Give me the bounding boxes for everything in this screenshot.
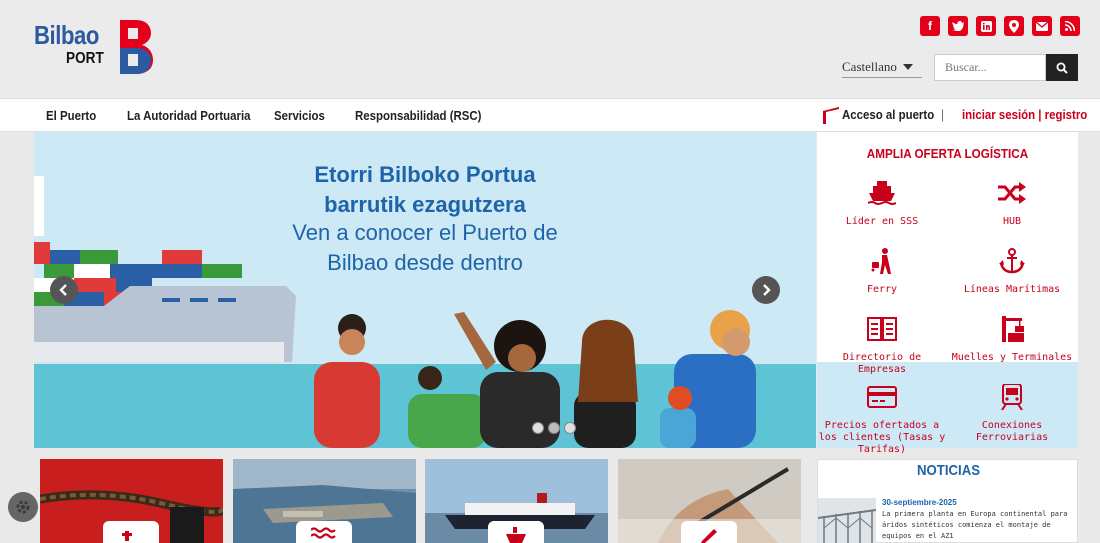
site-header: Bilbao PORT f Castellano — [0, 0, 1100, 98]
search-form — [934, 54, 1078, 81]
login-register-link[interactable]: iniciar sesión | registro — [962, 107, 1087, 122]
mail-icon[interactable] — [1032, 16, 1052, 36]
logistics-item-hub[interactable]: HUB — [947, 180, 1077, 228]
rss-icon[interactable] — [1060, 16, 1080, 36]
feature-card-3[interactable] — [425, 459, 608, 543]
credit-card-icon — [867, 384, 897, 410]
logo-name: Bilbao — [34, 20, 99, 50]
news-headline[interactable]: La primera planta en Europa continental … — [882, 509, 1076, 542]
shuffle-icon — [997, 180, 1027, 206]
logistics-item-ferroviarias[interactable]: Conexiones Ferroviarias — [947, 384, 1077, 444]
bilbao-port-logo[interactable]: Bilbao PORT — [34, 18, 164, 78]
chevron-left-icon — [59, 284, 67, 296]
carousel-indicators — [532, 422, 576, 434]
search-button[interactable] — [1046, 54, 1078, 81]
anchor-icon — [997, 248, 1027, 274]
hero-title-line-2: barrutik ezagutzera — [324, 192, 526, 217]
logistics-item-ferry[interactable]: Ferry — [817, 248, 947, 296]
logo-sub: PORT — [66, 50, 104, 67]
hero-title-line-1: Etorri Bilboko Portua — [314, 162, 536, 187]
logistics-title: AMPLIA OFERTA LOGÍSTICA — [866, 146, 1029, 161]
carousel-dot-2[interactable] — [548, 422, 560, 434]
ship-icon — [867, 180, 897, 206]
hero-title-line-4: Bilbao desde dentro — [327, 250, 523, 275]
feature-card-1[interactable] — [40, 459, 223, 543]
book-icon — [867, 316, 897, 342]
logistics-item-sss[interactable]: Líder en SSS — [817, 180, 947, 228]
social-links: f — [920, 16, 1080, 36]
carousel-next-button[interactable] — [752, 276, 780, 304]
nav-responsabilidad[interactable]: Responsabilidad (RSC) — [355, 108, 482, 123]
carousel-dot-1[interactable] — [532, 422, 544, 434]
flag-icon — [823, 107, 839, 124]
logistics-item-muelles[interactable]: Muelles y Terminales — [947, 316, 1077, 364]
hero-title-line-3: Ven a conocer el Puerto de — [292, 220, 558, 245]
nav-autoridad-portuaria[interactable]: La Autoridad Portuaria — [127, 108, 251, 123]
pen-icon — [701, 529, 717, 543]
access-port-link[interactable]: Acceso al puerto — [842, 107, 934, 122]
language-selected: Castellano — [842, 58, 897, 74]
waves-icon — [311, 527, 336, 539]
language-select[interactable]: Castellano — [842, 56, 922, 78]
card-badge-1 — [103, 521, 159, 543]
cookie-settings-button[interactable] — [8, 492, 38, 522]
search-input[interactable] — [934, 54, 1046, 81]
logistics-panel: AMPLIA OFERTA LOGÍSTICA Líder en SSS HUB… — [817, 132, 1078, 455]
search-icon — [1056, 62, 1068, 74]
news-date: 30-septiembre-2025 — [882, 498, 957, 507]
hero-carousel: Etorri Bilboko Portua barrutik ezagutzer… — [34, 132, 816, 448]
feature-card-4[interactable] — [618, 459, 801, 543]
train-icon — [997, 384, 1027, 410]
card-badge-3 — [488, 521, 544, 543]
card-badge-2 — [296, 521, 352, 543]
card-badge-4 — [681, 521, 737, 543]
chevron-right-icon — [763, 284, 771, 296]
news-thumbnail[interactable] — [818, 498, 876, 543]
carousel-dot-3[interactable] — [564, 422, 576, 434]
news-panel: NOTICIAS 30-septiembre-2025 La primera p… — [817, 459, 1078, 543]
main-nav: El Puerto La Autoridad Portuaria Servici… — [0, 98, 1100, 132]
carousel-prev-button[interactable] — [50, 276, 78, 304]
nav-el-puerto[interactable]: El Puerto — [46, 108, 96, 123]
traveler-icon — [867, 248, 897, 274]
twitter-icon[interactable] — [948, 16, 968, 36]
facebook-icon[interactable]: f — [920, 16, 940, 36]
nav-separator: | — [941, 107, 944, 122]
logistics-item-lineas[interactable]: Líneas Marítimas — [947, 248, 1077, 296]
logistics-item-directorio[interactable]: Directorio de Empresas — [817, 316, 947, 376]
caret-down-icon — [902, 63, 913, 70]
ship-small-icon — [506, 527, 526, 543]
nav-servicios[interactable]: Servicios — [274, 108, 325, 123]
news-title: NOTICIAS — [916, 462, 981, 479]
feature-card-2[interactable] — [233, 459, 416, 543]
flag-cross-icon — [122, 531, 132, 541]
gear-icon — [16, 500, 30, 514]
logo-b-mark — [120, 20, 153, 74]
crane-icon — [997, 316, 1027, 342]
map-marker-icon[interactable] — [1004, 16, 1024, 36]
logistics-item-precios[interactable]: Precios ofertados a los clientes (Tasas … — [817, 384, 947, 456]
linkedin-icon[interactable] — [976, 16, 996, 36]
